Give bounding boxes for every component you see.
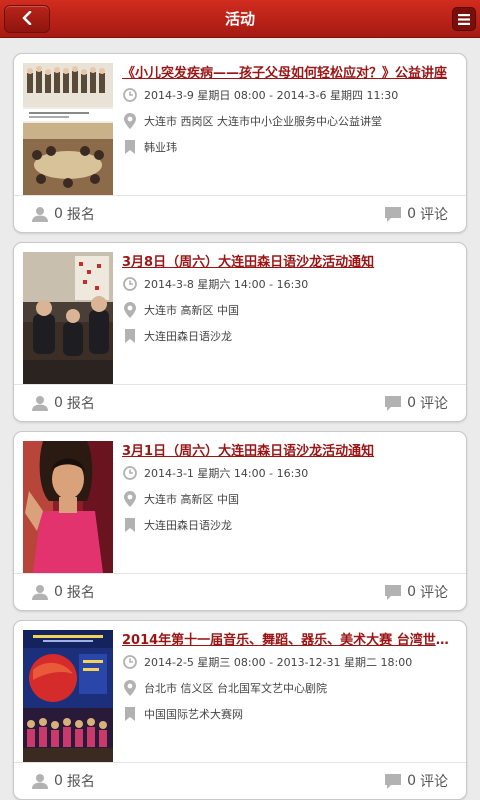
divider [14,762,466,763]
event-location-row: 大连市 高新区 中国 [122,301,462,319]
signup-count: 0 [54,206,63,222]
clock-icon [122,87,137,103]
signup-count: 0 [54,773,63,789]
comment-icon [385,395,402,411]
signup-count: 0 [54,584,63,600]
comment-label: 评论 [420,585,448,601]
comment-button[interactable]: 0 评论 [385,393,448,413]
event-organizer-row: 大连田森日语沙龙 [122,327,462,345]
clock-icon [122,465,137,481]
event-thumbnail[interactable] [23,63,113,195]
event-title[interactable]: 3月1日（周六）大连田森日语沙龙活动通知 [122,440,458,459]
signup-button[interactable]: 0 报名 [32,582,95,602]
bookmark-icon [122,328,137,344]
signup-button[interactable]: 0 报名 [32,771,95,791]
event-card[interactable]: 2014年第十一届音乐、舞蹈、器乐、美术大赛 台湾世界华人艺术节 2014-2-… [13,620,467,800]
location-pin-icon [122,113,137,129]
comment-label: 评论 [420,774,448,790]
event-time-row: 2014-3-1 星期六 14:00 - 16:30 [122,464,462,482]
bookmark-icon [122,706,137,722]
event-title[interactable]: 《小儿突发疾病——孩子父母如何轻松应对？》公益讲座 [122,62,458,81]
back-button[interactable] [4,5,50,33]
person-icon [32,773,48,789]
event-time-row: 2014-2-5 星期三 08:00 - 2013-12-31 星期二 18:0… [122,653,462,671]
bookmark-icon [122,517,137,533]
event-organizer-row: 中国国际艺术大赛网 [122,705,462,723]
person-icon [32,206,48,222]
comment-count: 0 [407,206,416,222]
event-thumbnail[interactable] [23,441,113,573]
event-organizer: 韩业玮 [144,141,177,154]
event-location: 大连市 高新区 中国 [144,304,239,317]
comment-count: 0 [407,395,416,411]
top-bar: 活动 [0,0,480,38]
location-pin-icon [122,302,137,318]
menu-icon [458,10,470,29]
signup-label: 报名 [66,207,95,223]
event-thumbnail[interactable] [23,252,113,384]
event-location-row: 大连市 高新区 中国 [122,490,462,508]
comment-button[interactable]: 0 评论 [385,582,448,602]
event-time: 2014-3-8 星期六 14:00 - 16:30 [144,278,309,291]
event-title[interactable]: 2014年第十一届音乐、舞蹈、器乐、美术大赛 台湾世界华人艺术节 [122,629,458,648]
event-title[interactable]: 3月8日（周六）大连田森日语沙龙活动通知 [122,251,458,270]
page-title: 活动 [224,10,255,28]
event-card[interactable]: 3月1日（周六）大连田森日语沙龙活动通知 2014-3-1 星期六 14:00 … [13,431,467,611]
event-organizer: 大连田森日语沙龙 [144,330,232,343]
comment-icon [385,584,402,600]
comment-button[interactable]: 0 评论 [385,204,448,224]
event-organizer: 大连田森日语沙龙 [144,519,232,532]
signup-label: 报名 [66,774,95,790]
signup-label: 报名 [66,396,95,412]
event-organizer-row: 韩业玮 [122,138,462,156]
event-time: 2014-2-5 星期三 08:00 - 2013-12-31 星期二 18:0… [144,656,413,669]
location-pin-icon [122,491,137,507]
event-time-row: 2014-3-8 星期六 14:00 - 16:30 [122,275,462,293]
chevron-left-icon [21,10,33,29]
comment-label: 评论 [420,396,448,412]
location-pin-icon [122,680,137,696]
event-time: 2014-3-9 星期日 08:00 - 2014-3-6 星期四 11:30 [144,89,399,102]
comment-icon [385,206,402,222]
person-icon [32,395,48,411]
event-thumbnail[interactable] [23,630,113,762]
signup-button[interactable]: 0 报名 [32,204,95,224]
comment-button[interactable]: 0 评论 [385,771,448,791]
event-location-row: 大连市 西岗区 大连市中小企业服务中心公益讲堂 [122,112,462,130]
comment-count: 0 [407,584,416,600]
clock-icon [122,276,137,292]
person-icon [32,584,48,600]
event-location: 台北市 信义区 台北国军文艺中心剧院 [144,682,327,695]
event-organizer-row: 大连田森日语沙龙 [122,516,462,534]
bookmark-icon [122,139,137,155]
event-organizer: 中国国际艺术大赛网 [144,708,243,721]
menu-button[interactable] [452,7,476,31]
event-location-row: 台北市 信义区 台北国军文艺中心剧院 [122,679,462,697]
event-card[interactable]: 《小儿突发疾病——孩子父母如何轻松应对？》公益讲座 2014-3-9 星期日 0… [13,53,467,233]
comment-label: 评论 [420,207,448,223]
event-time-row: 2014-3-9 星期日 08:00 - 2014-3-6 星期四 11:30 [122,86,462,104]
divider [14,573,466,574]
event-time: 2014-3-1 星期六 14:00 - 16:30 [144,467,309,480]
comment-icon [385,773,402,789]
event-location: 大连市 高新区 中国 [144,493,239,506]
event-location: 大连市 西岗区 大连市中小企业服务中心公益讲堂 [144,115,382,128]
comment-count: 0 [407,773,416,789]
signup-count: 0 [54,395,63,411]
divider [14,384,466,385]
event-card[interactable]: 3月8日（周六）大连田森日语沙龙活动通知 2014-3-8 星期六 14:00 … [13,242,467,422]
divider [14,195,466,196]
signup-label: 报名 [66,585,95,601]
signup-button[interactable]: 0 报名 [32,393,95,413]
clock-icon [122,654,137,670]
